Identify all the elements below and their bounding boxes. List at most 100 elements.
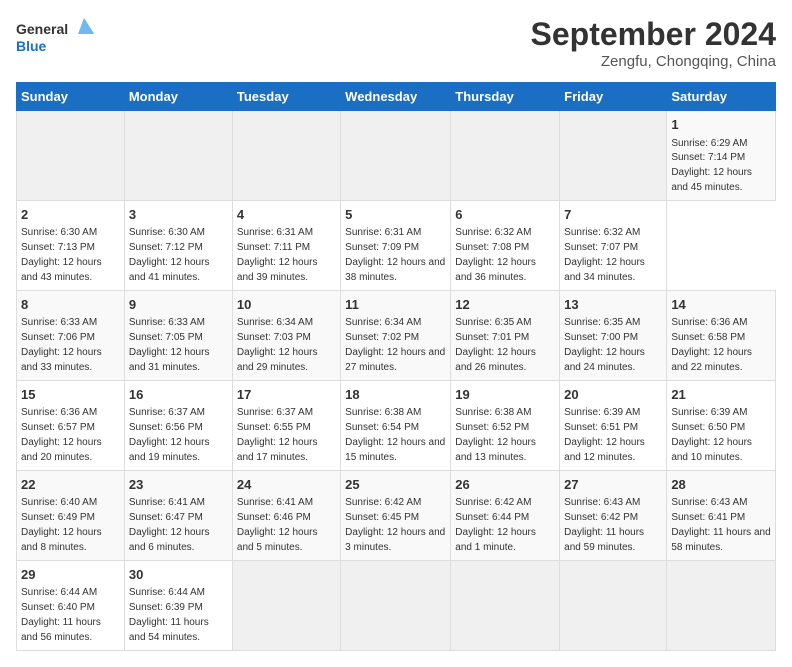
weekday-header-wednesday: Wednesday	[341, 83, 451, 111]
day-cell-28: 28 Sunrise: 6:43 AMSunset: 6:41 PMDaylig…	[667, 470, 776, 560]
day-cell-29: 29 Sunrise: 6:44 AMSunset: 6:40 PMDaylig…	[17, 560, 125, 650]
day-number: 17	[237, 386, 336, 404]
day-info: Sunrise: 6:33 AMSunset: 7:06 PMDaylight:…	[21, 317, 102, 373]
day-cell-14: 14 Sunrise: 6:36 AMSunset: 6:58 PMDaylig…	[667, 290, 776, 380]
day-info: Sunrise: 6:42 AMSunset: 6:44 PMDaylight:…	[455, 497, 536, 553]
day-cell-6: 6 Sunrise: 6:32 AMSunset: 7:08 PMDayligh…	[451, 200, 560, 290]
day-number: 4	[237, 206, 336, 224]
empty-cell	[451, 560, 560, 650]
day-number: 2	[21, 206, 120, 224]
day-cell-13: 13 Sunrise: 6:35 AMSunset: 7:00 PMDaylig…	[560, 290, 667, 380]
day-cell-4: 4 Sunrise: 6:31 AMSunset: 7:11 PMDayligh…	[232, 200, 340, 290]
week-row-2: 2 Sunrise: 6:30 AMSunset: 7:13 PMDayligh…	[17, 200, 776, 290]
day-number: 25	[345, 476, 446, 494]
day-cell-22: 22 Sunrise: 6:40 AMSunset: 6:49 PMDaylig…	[17, 470, 125, 560]
day-number: 26	[455, 476, 555, 494]
day-cell-9: 9 Sunrise: 6:33 AMSunset: 7:05 PMDayligh…	[124, 290, 232, 380]
day-info: Sunrise: 6:34 AMSunset: 7:03 PMDaylight:…	[237, 317, 318, 373]
day-info: Sunrise: 6:32 AMSunset: 7:07 PMDaylight:…	[564, 227, 645, 283]
empty-cell	[232, 560, 340, 650]
day-number: 11	[345, 296, 446, 314]
svg-text:Blue: Blue	[16, 38, 47, 54]
day-info: Sunrise: 6:31 AMSunset: 7:09 PMDaylight:…	[345, 227, 445, 283]
day-cell-8: 8 Sunrise: 6:33 AMSunset: 7:06 PMDayligh…	[17, 290, 125, 380]
day-cell-7: 7 Sunrise: 6:32 AMSunset: 7:07 PMDayligh…	[560, 200, 667, 290]
empty-cell	[341, 111, 451, 201]
day-number: 10	[237, 296, 336, 314]
day-cell-11: 11 Sunrise: 6:34 AMSunset: 7:02 PMDaylig…	[341, 290, 451, 380]
day-info: Sunrise: 6:30 AMSunset: 7:12 PMDaylight:…	[129, 227, 210, 283]
day-number: 29	[21, 566, 120, 584]
empty-cell	[341, 560, 451, 650]
day-info: Sunrise: 6:34 AMSunset: 7:02 PMDaylight:…	[345, 317, 445, 373]
day-cell-17: 17 Sunrise: 6:37 AMSunset: 6:55 PMDaylig…	[232, 380, 340, 470]
day-info: Sunrise: 6:37 AMSunset: 6:55 PMDaylight:…	[237, 407, 318, 463]
weekday-header-thursday: Thursday	[451, 83, 560, 111]
week-row-3: 8 Sunrise: 6:33 AMSunset: 7:06 PMDayligh…	[17, 290, 776, 380]
weekday-header-monday: Monday	[124, 83, 232, 111]
day-info: Sunrise: 6:38 AMSunset: 6:52 PMDaylight:…	[455, 407, 536, 463]
weekday-header-tuesday: Tuesday	[232, 83, 340, 111]
day-cell-2: 2 Sunrise: 6:30 AMSunset: 7:13 PMDayligh…	[17, 200, 125, 290]
title-area: September 2024 Zengfu, Chongqing, China	[531, 16, 776, 70]
day-cell-27: 27 Sunrise: 6:43 AMSunset: 6:42 PMDaylig…	[560, 470, 667, 560]
day-info: Sunrise: 6:36 AMSunset: 6:57 PMDaylight:…	[21, 407, 102, 463]
weekday-header-saturday: Saturday	[667, 83, 776, 111]
week-row-5: 22 Sunrise: 6:40 AMSunset: 6:49 PMDaylig…	[17, 470, 776, 560]
day-info: Sunrise: 6:33 AMSunset: 7:05 PMDaylight:…	[129, 317, 210, 373]
day-number: 13	[564, 296, 662, 314]
day-info: Sunrise: 6:42 AMSunset: 6:45 PMDaylight:…	[345, 497, 445, 553]
empty-cell	[451, 111, 560, 201]
day-number: 5	[345, 206, 446, 224]
day-info: Sunrise: 6:44 AMSunset: 6:40 PMDaylight:…	[21, 587, 101, 643]
day-number: 18	[345, 386, 446, 404]
day-cell-30: 30 Sunrise: 6:44 AMSunset: 6:39 PMDaylig…	[124, 560, 232, 650]
day-number: 22	[21, 476, 120, 494]
weekday-header-sunday: Sunday	[17, 83, 125, 111]
calendar-table: SundayMondayTuesdayWednesdayThursdayFrid…	[16, 82, 776, 651]
day-cell-19: 19 Sunrise: 6:38 AMSunset: 6:52 PMDaylig…	[451, 380, 560, 470]
empty-cell	[560, 111, 667, 201]
day-number: 14	[671, 296, 771, 314]
day-number: 3	[129, 206, 228, 224]
day-info: Sunrise: 6:41 AMSunset: 6:46 PMDaylight:…	[237, 497, 318, 553]
day-info: Sunrise: 6:41 AMSunset: 6:47 PMDaylight:…	[129, 497, 210, 553]
day-cell-3: 3 Sunrise: 6:30 AMSunset: 7:12 PMDayligh…	[124, 200, 232, 290]
month-title: September 2024	[531, 16, 776, 53]
weekday-header-friday: Friday	[560, 83, 667, 111]
empty-cell	[17, 111, 125, 201]
day-cell-25: 25 Sunrise: 6:42 AMSunset: 6:45 PMDaylig…	[341, 470, 451, 560]
day-info: Sunrise: 6:31 AMSunset: 7:11 PMDaylight:…	[237, 227, 318, 283]
day-info: Sunrise: 6:39 AMSunset: 6:50 PMDaylight:…	[671, 407, 752, 463]
empty-cell	[232, 111, 340, 201]
page-header: General Blue September 2024 Zengfu, Chon…	[16, 16, 776, 70]
day-info: Sunrise: 6:40 AMSunset: 6:49 PMDaylight:…	[21, 497, 102, 553]
day-number: 8	[21, 296, 120, 314]
empty-cell	[560, 560, 667, 650]
day-info: Sunrise: 6:39 AMSunset: 6:51 PMDaylight:…	[564, 407, 645, 463]
day-cell-12: 12 Sunrise: 6:35 AMSunset: 7:01 PMDaylig…	[451, 290, 560, 380]
day-info: Sunrise: 6:30 AMSunset: 7:13 PMDaylight:…	[21, 227, 102, 283]
week-row-6: 29 Sunrise: 6:44 AMSunset: 6:40 PMDaylig…	[17, 560, 776, 650]
day-number: 16	[129, 386, 228, 404]
day-number: 28	[671, 476, 771, 494]
weekday-header-row: SundayMondayTuesdayWednesdayThursdayFrid…	[17, 83, 776, 111]
day-info: Sunrise: 6:32 AMSunset: 7:08 PMDaylight:…	[455, 227, 536, 283]
logo: General Blue	[16, 16, 96, 61]
empty-cell	[667, 560, 776, 650]
day-number: 23	[129, 476, 228, 494]
day-number: 9	[129, 296, 228, 314]
week-row-4: 15 Sunrise: 6:36 AMSunset: 6:57 PMDaylig…	[17, 380, 776, 470]
day-number: 15	[21, 386, 120, 404]
day-info: Sunrise: 6:43 AMSunset: 6:41 PMDaylight:…	[671, 497, 770, 553]
day-cell-24: 24 Sunrise: 6:41 AMSunset: 6:46 PMDaylig…	[232, 470, 340, 560]
day-number: 12	[455, 296, 555, 314]
day-number: 30	[129, 566, 228, 584]
day-number: 21	[671, 386, 771, 404]
day-cell-21: 21 Sunrise: 6:39 AMSunset: 6:50 PMDaylig…	[667, 380, 776, 470]
day-info: Sunrise: 6:37 AMSunset: 6:56 PMDaylight:…	[129, 407, 210, 463]
day-info: Sunrise: 6:35 AMSunset: 7:01 PMDaylight:…	[455, 317, 536, 373]
day-number: 7	[564, 206, 662, 224]
logo-svg: General Blue	[16, 16, 96, 61]
day-info: Sunrise: 6:43 AMSunset: 6:42 PMDaylight:…	[564, 497, 644, 553]
